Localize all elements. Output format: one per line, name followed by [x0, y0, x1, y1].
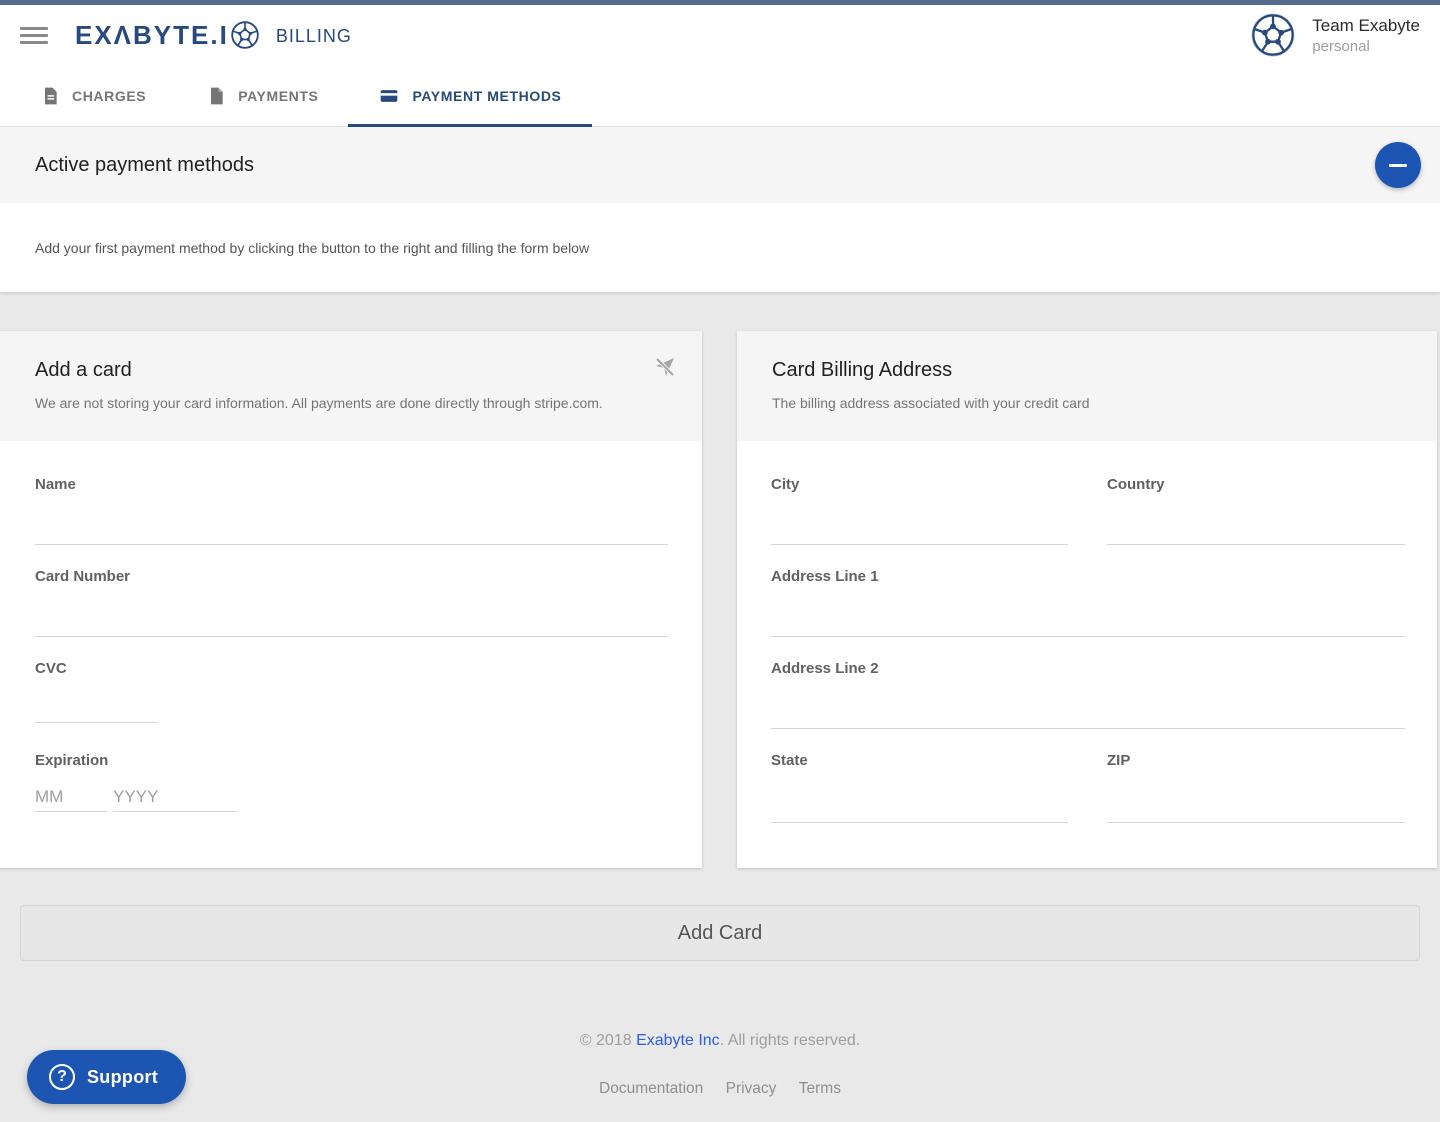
address-line-2-label: Address Line 2: [771, 660, 879, 677]
team-avatar-icon: [1250, 12, 1296, 58]
tab-label: PAYMENT METHODS: [412, 88, 561, 104]
tab-payment-methods[interactable]: PAYMENT METHODS: [348, 65, 591, 126]
add-card-form: Name Card Number CVC Expiration: [0, 441, 702, 868]
section-title: Active payment methods: [35, 154, 254, 177]
tab-label: CHARGES: [72, 88, 146, 104]
address-line-1-input[interactable]: [771, 607, 1405, 637]
add-card-title: Add a card: [35, 359, 674, 382]
collapse-add-form-button[interactable]: [1375, 142, 1421, 188]
cvc-input[interactable]: [35, 693, 158, 723]
send-disabled-icon: [653, 355, 677, 379]
cvc-label: CVC: [35, 660, 67, 677]
billing-address-header: Card Billing Address The billing address…: [737, 331, 1437, 441]
state-label: State: [771, 752, 808, 769]
menu-icon[interactable]: [20, 27, 48, 44]
billing-tabs: CHARGES PAYMENTS PAYMENT METHODS: [0, 65, 1440, 127]
billing-address-subtitle: The billing address associated with your…: [772, 395, 1409, 411]
address-line-1-label: Address Line 1: [771, 568, 879, 585]
add-card-button[interactable]: Add Card: [20, 905, 1420, 961]
country-input[interactable]: [1107, 515, 1405, 545]
section-description: Add your first payment method by clickin…: [35, 240, 589, 256]
billing-address-form: City Country Address Line 1 Address Line…: [737, 441, 1437, 868]
file-icon: [206, 86, 226, 106]
billing-address-title: Card Billing Address: [772, 359, 1409, 382]
company-link[interactable]: Exabyte Inc: [636, 1032, 720, 1049]
zip-input[interactable]: [1107, 793, 1405, 823]
expiration-month-input[interactable]: [35, 782, 107, 812]
billing-address-panel: Card Billing Address The billing address…: [737, 331, 1437, 868]
terms-link[interactable]: Terms: [799, 1080, 841, 1097]
billing-page: EXΛBYTE.I BILLING: [0, 0, 1440, 1122]
country-label: Country: [1107, 476, 1165, 493]
account-switcher[interactable]: Team Exabyte personal: [1250, 12, 1420, 58]
support-button[interactable]: ? Support: [27, 1050, 186, 1104]
logo-text: EXΛBYTE.I: [75, 20, 229, 51]
credit-card-icon: [378, 86, 400, 106]
footer-links: Documentation Privacy Terms: [0, 1080, 1440, 1098]
active-payment-methods-section: Active payment methods: [0, 127, 1440, 203]
team-info: Team Exabyte personal: [1312, 16, 1420, 55]
tab-charges[interactable]: CHARGES: [10, 65, 176, 126]
expiration-year-input[interactable]: [113, 782, 237, 812]
add-card-panel: Add a card We are not storing your card …: [0, 331, 702, 868]
copyright-prefix: © 2018: [580, 1032, 636, 1049]
city-input[interactable]: [771, 515, 1068, 545]
name-label: Name: [35, 476, 76, 493]
support-label: Support: [87, 1067, 158, 1088]
tab-payments[interactable]: PAYMENTS: [176, 65, 348, 126]
minus-icon: [1389, 164, 1407, 167]
document-icon: [40, 86, 60, 106]
section-description-band: Add your first payment method by clickin…: [0, 203, 1440, 292]
team-name: Team Exabyte: [1312, 16, 1420, 36]
copyright-line: © 2018 Exabyte Inc. All rights reserved.: [0, 1032, 1440, 1050]
zip-label: ZIP: [1107, 752, 1130, 769]
clear-form-button[interactable]: [652, 355, 678, 381]
address-line-2-input[interactable]: [771, 699, 1405, 729]
add-card-subtitle: We are not storing your card information…: [35, 395, 674, 411]
help-icon: ?: [49, 1064, 75, 1090]
documentation-link[interactable]: Documentation: [599, 1080, 703, 1097]
card-number-input[interactable]: [35, 607, 668, 637]
state-input[interactable]: [771, 793, 1068, 823]
product-title: BILLING: [276, 26, 352, 47]
app-header: EXΛBYTE.I BILLING: [0, 5, 1440, 65]
add-card-header: Add a card We are not storing your card …: [0, 331, 702, 441]
expiration-label: Expiration: [35, 752, 108, 769]
name-input[interactable]: [35, 515, 668, 545]
city-label: City: [771, 476, 799, 493]
copyright-suffix: . All rights reserved.: [720, 1032, 861, 1049]
soccer-ball-icon: [230, 20, 260, 50]
team-type: personal: [1312, 38, 1420, 55]
privacy-link[interactable]: Privacy: [726, 1080, 777, 1097]
card-number-label: Card Number: [35, 568, 130, 585]
logo[interactable]: EXΛBYTE.I: [75, 20, 260, 51]
tab-label: PAYMENTS: [238, 88, 318, 104]
